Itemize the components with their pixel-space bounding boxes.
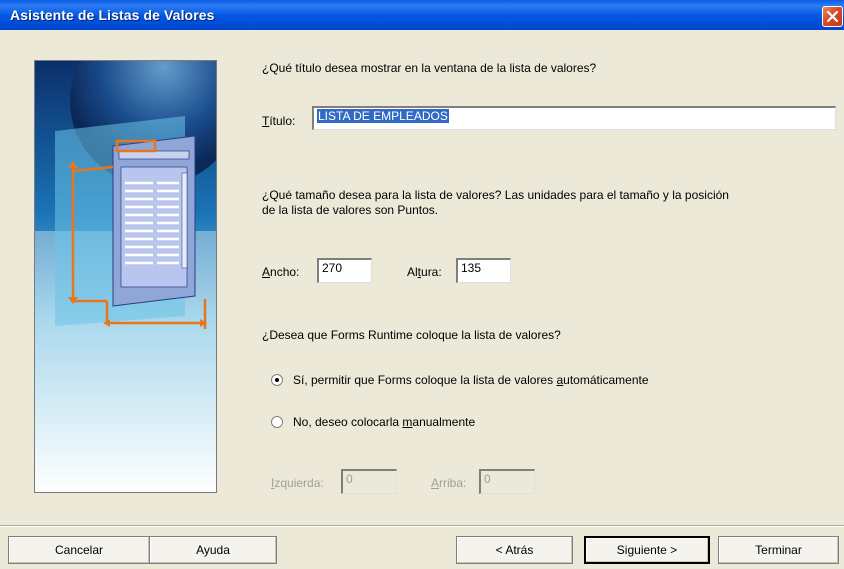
width-input[interactable]: 270 [317,258,372,283]
radio-manual-indicator[interactable] [271,416,283,428]
next-button[interactable]: Siguiente > [584,536,710,564]
top-label: Arriba: [431,476,467,490]
window-title: Asistente de Listas de Valores [10,7,215,23]
position-question: ¿Desea que Forms Runtime coloque la list… [262,328,561,342]
close-button[interactable] [822,6,843,27]
finish-button[interactable]: Terminar [718,536,839,564]
title-bar: Asistente de Listas de Valores [0,0,844,30]
title-question: ¿Qué título desea mostrar en la ventana … [262,61,597,75]
radio-manual-label: No, deseo colocarla manualmente [293,415,476,429]
radio-auto-label: Sí, permitir que Forms coloque la lista … [293,373,649,387]
title-label: Título: [262,114,296,128]
help-button[interactable]: Ayuda [149,536,277,564]
size-question: ¿Qué tamaño desea para la lista de valor… [262,188,729,217]
height-input[interactable]: 135 [456,258,511,283]
wizard-illustration [34,60,217,493]
left-input: 0 [341,469,397,494]
height-label: Altura: [407,265,442,279]
back-button[interactable]: < Atrás [456,536,573,564]
close-icon [826,10,839,23]
top-input: 0 [479,469,535,494]
width-label: Ancho: [262,265,300,279]
title-input[interactable]: LISTA DE EMPLEADOS [312,106,836,130]
button-separator [0,525,844,527]
left-label: Izquierda: [271,476,324,490]
cancel-button[interactable]: Cancelar [8,536,150,564]
radio-auto-indicator[interactable] [271,374,283,386]
